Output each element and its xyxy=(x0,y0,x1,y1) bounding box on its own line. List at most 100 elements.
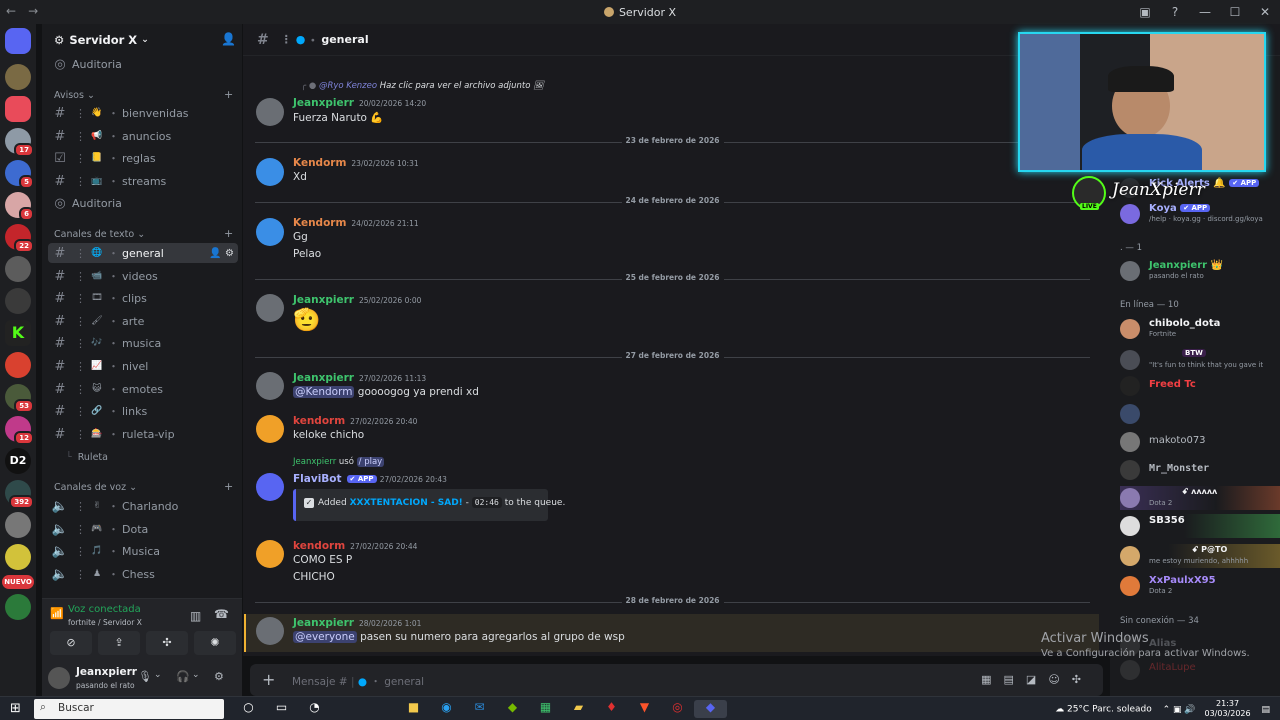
app-icon[interactable]: ♦ xyxy=(595,700,628,718)
member-item[interactable]: BTW "It's fun to think that you gave it xyxy=(1120,348,1280,372)
invite-icon[interactable]: 👤 xyxy=(221,32,236,46)
server-icon[interactable] xyxy=(5,256,31,282)
notifications-icon[interactable]: ▤ xyxy=(1261,705,1270,715)
server-header[interactable]: ⚙ Servidor X ⌄ 👤 xyxy=(42,24,242,56)
noise-suppression-icon[interactable]: ▥ xyxy=(190,609,201,623)
gift-icon[interactable]: ▦ xyxy=(981,673,1003,686)
avatar[interactable] xyxy=(256,473,284,501)
member-item[interactable]: Jeanxpierr 👑 pasando el rato xyxy=(1120,259,1280,283)
avatar[interactable] xyxy=(256,294,284,322)
tray-icons[interactable]: ⌃ ▣ 🔊 xyxy=(1163,705,1196,715)
obs-icon[interactable]: ◎ xyxy=(661,700,694,718)
activities-button[interactable]: ✣ xyxy=(146,631,188,655)
channel-links[interactable]: # ⋮ 🔗 ・ links xyxy=(48,401,238,421)
channel-clips[interactable]: # ⋮ 🎞 ・ clips xyxy=(48,288,238,308)
avatar[interactable] xyxy=(256,540,284,568)
add-channel-icon[interactable]: + xyxy=(224,88,233,101)
server-icon[interactable] xyxy=(5,544,31,570)
clock[interactable]: 21:37 03/03/2026 xyxy=(1205,699,1251,719)
thread-ruleta[interactable]: └ Ruleta xyxy=(66,447,256,467)
server-icon[interactable] xyxy=(5,96,31,122)
channel-videos[interactable]: # ⋮ 📹 ・ videos xyxy=(48,266,238,286)
everyone-mention[interactable]: @everyone xyxy=(293,631,357,643)
member-item[interactable] xyxy=(1120,402,1280,426)
nvidia-icon[interactable]: ◆ xyxy=(496,700,529,718)
chevron-down-icon[interactable]: ⌄ xyxy=(154,670,162,680)
member-item[interactable]: XxPaulxX95 Dota 2 xyxy=(1120,574,1280,598)
discord-taskbar-icon[interactable]: ◆ xyxy=(694,700,727,718)
emoji-icon[interactable]: ☺ xyxy=(1048,673,1071,686)
avatar[interactable] xyxy=(256,98,284,126)
gear-icon[interactable]: ⚙ xyxy=(225,248,234,259)
channel-general[interactable]: # ⋮ 🌐 ・ general 👤 ⚙ xyxy=(48,243,238,263)
kick-server-icon[interactable]: K xyxy=(5,320,31,346)
server-icon[interactable]: 392 xyxy=(5,480,34,509)
category-voz[interactable]: Canales de voz ⌄ + xyxy=(54,480,233,493)
maximize-button[interactable]: ☐ xyxy=(1220,5,1250,19)
chevron-down-icon[interactable]: ⌄ xyxy=(192,670,200,680)
soundboard-button[interactable]: ✺ xyxy=(194,631,236,655)
channel-streams[interactable]: # ⋮ 📺 ・ streams xyxy=(48,171,238,191)
store-icon[interactable]: ■ xyxy=(397,700,430,718)
avatar[interactable] xyxy=(256,372,284,400)
channel-bienvenidas[interactable]: # ⋮ 👋 ・ bienvenidas xyxy=(48,103,238,123)
voice-channel-charlando[interactable]: 🔈 ⋮ ✌ ・ Charlando xyxy=(48,496,238,516)
sidebar-item-auditoria[interactable]: ◎ Auditoria xyxy=(48,54,238,74)
channel-emotes[interactable]: # ⋮ 😺 ・ emotes xyxy=(48,379,238,399)
member-item[interactable]: ꗃ ʌʌʌʌʌ Dota 2 xyxy=(1120,486,1280,510)
category-texto[interactable]: Canales de texto ⌄ + xyxy=(54,227,233,240)
add-attachment-icon[interactable]: + xyxy=(262,670,275,689)
add-channel-icon[interactable]: + xyxy=(224,227,233,240)
channel-nivel[interactable]: # ⋮ 📈 ・ nivel xyxy=(48,356,238,376)
taskbar-search[interactable]: ⌕ Buscar xyxy=(34,699,224,719)
settings-gear-icon[interactable]: ⚙ xyxy=(214,670,224,683)
server-icon[interactable] xyxy=(5,512,31,538)
server-icon[interactable]: 22 xyxy=(5,224,34,253)
app-icon[interactable]: ▦ xyxy=(529,700,562,718)
screen-share-button[interactable]: ⇪ xyxy=(98,631,140,655)
voice-channel-musica[interactable]: 🔈 ⋮ 🎵 ・ Musica xyxy=(48,541,238,561)
sidebar-item-auditoria-2[interactable]: ◎ Auditoria xyxy=(48,193,238,213)
reply-preview[interactable]: ╭ ● @Ryo Kenzeo Haz clic para ver el arc… xyxy=(301,81,544,91)
server-icon[interactable]: 12 xyxy=(5,416,34,445)
task-view-icon[interactable]: ○ xyxy=(232,700,265,718)
server-icon[interactable]: 17 xyxy=(5,128,34,157)
voice-location[interactable]: fortnite / Servidor X xyxy=(68,618,142,627)
close-button[interactable]: ✕ xyxy=(1250,5,1280,19)
avatar[interactable] xyxy=(256,218,284,246)
help-icon[interactable]: ? xyxy=(1160,5,1190,19)
edge-icon[interactable]: ◉ xyxy=(430,700,463,718)
avatar[interactable] xyxy=(48,667,70,689)
mail-icon[interactable]: ✉ xyxy=(463,700,496,718)
avatar[interactable] xyxy=(256,617,284,645)
message-input[interactable]: Mensaje # | ● ・ general xyxy=(292,674,424,689)
sticker-icon[interactable]: ◪ xyxy=(1026,673,1048,686)
server-icon[interactable]: 5 xyxy=(5,160,34,189)
member-item[interactable]: SB356 xyxy=(1120,514,1280,538)
channel-reglas[interactable]: ☑ ⋮ 📒 ・ reglas xyxy=(48,148,238,168)
server-icon[interactable] xyxy=(5,64,31,90)
weather-icon[interactable]: ☁ xyxy=(1055,705,1064,715)
brave-icon[interactable]: ▼ xyxy=(628,700,661,718)
member-item[interactable]: ꗃ P@TO me estoy muriendo, ahhhhh xyxy=(1120,544,1280,568)
member-item[interactable]: AlitaLupe xyxy=(1120,658,1280,682)
avatar[interactable] xyxy=(256,158,284,186)
microphone-icon[interactable]: 🎙 xyxy=(138,670,152,683)
inbox-icon[interactable]: ▣ xyxy=(1130,5,1160,19)
disconnect-icon[interactable]: ☎ xyxy=(214,607,229,621)
apps-icon[interactable]: ✣ xyxy=(1072,673,1093,686)
discord-home-icon[interactable] xyxy=(5,28,31,54)
minimize-button[interactable]: — xyxy=(1190,5,1220,19)
server-icon[interactable]: 6 xyxy=(5,192,34,221)
member-item[interactable]: makoto073 xyxy=(1120,430,1280,454)
category-avisos[interactable]: Avisos ⌄ + xyxy=(54,88,233,101)
voice-channel-chess[interactable]: 🔈 ⋮ ♟ ・ Chess xyxy=(48,564,238,584)
member-item[interactable]: chibolo_dota Fortnite xyxy=(1120,317,1280,341)
channel-anuncios[interactable]: # ⋮ 📢 ・ anuncios xyxy=(48,126,238,146)
avatar[interactable] xyxy=(256,415,284,443)
voice-channel-dota[interactable]: 🔈 ⋮ 🎮 ・ Dota xyxy=(48,519,238,539)
widgets-icon[interactable]: ▭ xyxy=(265,700,298,718)
server-icon[interactable] xyxy=(5,288,31,314)
add-channel-icon[interactable]: + xyxy=(224,480,233,493)
channel-musica[interactable]: # ⋮ 🎶 ・ musica xyxy=(48,333,238,353)
